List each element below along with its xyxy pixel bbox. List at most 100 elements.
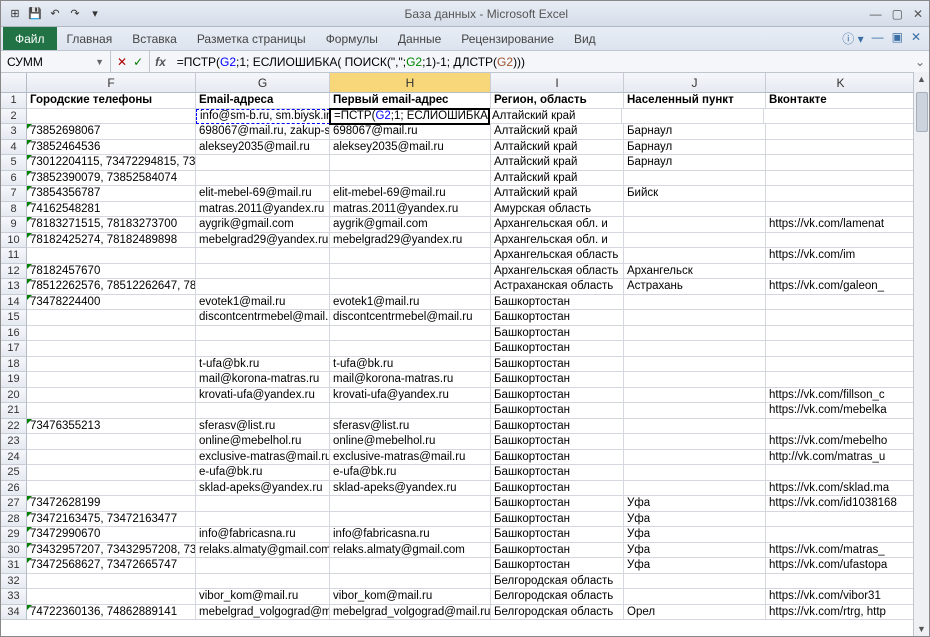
cell-G16[interactable] [196, 326, 330, 342]
cell-F8[interactable]: 74162548281 [27, 202, 196, 218]
cell-J34[interactable]: Орел [624, 605, 766, 621]
cell-G27[interactable] [196, 496, 330, 512]
col-header-J[interactable]: J [624, 73, 766, 92]
restore-window-icon[interactable]: ▣ [892, 30, 903, 47]
cell-H16[interactable] [330, 326, 491, 342]
cell-F9[interactable]: 78183271515, 78183273700 [27, 217, 196, 233]
cell-F32[interactable] [27, 574, 196, 590]
cell-J1[interactable]: Населенный пункт [624, 93, 766, 109]
tab-insert[interactable]: Вставка [122, 28, 187, 50]
cell-K21[interactable]: https://vk.com/mebelka [766, 403, 916, 419]
cell-I28[interactable]: Башкортостан [491, 512, 624, 528]
cell-K17[interactable] [766, 341, 916, 357]
cell-K27[interactable]: https://vk.com/id1038168 [766, 496, 916, 512]
cell-F7[interactable]: 73854356787 [27, 186, 196, 202]
undo-icon[interactable]: ↶ [47, 6, 63, 22]
cell-F19[interactable] [27, 372, 196, 388]
cell-I33[interactable]: Белгородская область [491, 589, 624, 605]
expand-formula-icon[interactable]: ⌄ [911, 55, 929, 69]
cell-G6[interactable] [196, 171, 330, 187]
cell-H22[interactable]: sferasv@list.ru [330, 419, 491, 435]
cell-G7[interactable]: elit-mebel-69@mail.ru [196, 186, 330, 202]
row-header[interactable]: 7 [1, 186, 27, 202]
cell-I20[interactable]: Башкортостан [491, 388, 624, 404]
vertical-scrollbar[interactable]: ▲ ▼ [913, 72, 929, 636]
cell-G32[interactable] [196, 574, 330, 590]
cell-G31[interactable] [196, 558, 330, 574]
row-header[interactable]: 8 [1, 202, 27, 218]
cell-I21[interactable]: Башкортостан [491, 403, 624, 419]
cell-J22[interactable] [624, 419, 766, 435]
cell-J31[interactable]: Уфа [624, 558, 766, 574]
cell-K5[interactable] [766, 155, 916, 171]
row-header[interactable]: 1 [1, 93, 27, 109]
col-header-K[interactable]: K [766, 73, 916, 92]
cell-J20[interactable] [624, 388, 766, 404]
cell-G21[interactable] [196, 403, 330, 419]
tab-home[interactable]: Главная [57, 28, 123, 50]
cell-K16[interactable] [766, 326, 916, 342]
cell-F27[interactable]: 73472628199 [27, 496, 196, 512]
cell-J18[interactable] [624, 357, 766, 373]
cell-F6[interactable]: 73852390079, 73852584074 [27, 171, 196, 187]
cell-H18[interactable]: t-ufa@bk.ru [330, 357, 491, 373]
row-header[interactable]: 21 [1, 403, 27, 419]
tab-pagelayout[interactable]: Разметка страницы [187, 28, 316, 50]
row-header[interactable]: 16 [1, 326, 27, 342]
tab-view[interactable]: Вид [564, 28, 606, 50]
cell-K22[interactable] [766, 419, 916, 435]
cell-H17[interactable] [330, 341, 491, 357]
row-header[interactable]: 27 [1, 496, 27, 512]
formula-input[interactable]: =ПСТР(G2;1; ЕСЛИОШИБКА( ПОИСК(",";G2;1)-… [171, 55, 911, 69]
fx-icon[interactable]: fx [150, 55, 171, 69]
cell-J32[interactable] [624, 574, 766, 590]
row-header[interactable]: 13 [1, 279, 27, 295]
cell-F23[interactable] [27, 434, 196, 450]
cell-G1[interactable]: Email-адреса [196, 93, 330, 109]
row-header[interactable]: 10 [1, 233, 27, 249]
cell-K20[interactable]: https://vk.com/fillson_c [766, 388, 916, 404]
cell-K18[interactable] [766, 357, 916, 373]
cell-F24[interactable] [27, 450, 196, 466]
cell-F18[interactable] [27, 357, 196, 373]
col-header-I[interactable]: I [491, 73, 624, 92]
scroll-thumb[interactable] [916, 92, 928, 132]
cell-F14[interactable]: 73478224400 [27, 295, 196, 311]
row-header[interactable]: 28 [1, 512, 27, 528]
cell-I9[interactable]: Архангельская обл. и [491, 217, 624, 233]
row-header[interactable]: 19 [1, 372, 27, 388]
cell-G25[interactable]: e-ufa@bk.ru [196, 465, 330, 481]
cell-J14[interactable] [624, 295, 766, 311]
cell-G34[interactable]: mebelgrad_volgograd@mail.ru [196, 605, 330, 621]
cell-H9[interactable]: aygrik@gmail.com [330, 217, 491, 233]
worksheet-grid[interactable]: F G H I J K 1Городские телефоныEmail-адр… [1, 73, 929, 636]
cell-H24[interactable]: exclusive-matras@mail.ru [330, 450, 491, 466]
cell-K32[interactable] [766, 574, 916, 590]
row-header[interactable]: 31 [1, 558, 27, 574]
cell-G17[interactable] [196, 341, 330, 357]
cell-H34[interactable]: mebelgrad_volgograd@mail.ru [330, 605, 491, 621]
scroll-up-icon[interactable]: ▲ [917, 74, 926, 84]
cell-H2[interactable]: =ПСТР(G2;1; ЕСЛИОШИБКА( ПОИСК(",";G2;1)-… [329, 108, 490, 126]
cell-I30[interactable]: Башкортостан [491, 543, 624, 559]
row-header[interactable]: 3 [1, 124, 27, 140]
cell-J9[interactable] [624, 217, 766, 233]
cell-J21[interactable] [624, 403, 766, 419]
row-header[interactable]: 26 [1, 481, 27, 497]
cell-G33[interactable]: vibor_kom@mail.ru [196, 589, 330, 605]
cell-K3[interactable] [766, 124, 916, 140]
cell-K2[interactable] [764, 109, 914, 125]
cell-I3[interactable]: Алтайский край [491, 124, 624, 140]
cell-J16[interactable] [624, 326, 766, 342]
cell-J7[interactable]: Бийск [624, 186, 766, 202]
cell-J27[interactable]: Уфа [624, 496, 766, 512]
cell-F15[interactable] [27, 310, 196, 326]
cell-F30[interactable]: 73432957207, 73432957208, 7343 [27, 543, 196, 559]
col-header-F[interactable]: F [27, 73, 196, 92]
cell-I23[interactable]: Башкортостан [491, 434, 624, 450]
cell-I12[interactable]: Архангельская область [491, 264, 624, 280]
cell-G10[interactable]: mebelgrad29@yandex.ru, meb [196, 233, 330, 249]
cell-K4[interactable] [766, 140, 916, 156]
cell-K34[interactable]: https://vk.com/rtrg, http [766, 605, 916, 621]
cell-I27[interactable]: Башкортостан [491, 496, 624, 512]
